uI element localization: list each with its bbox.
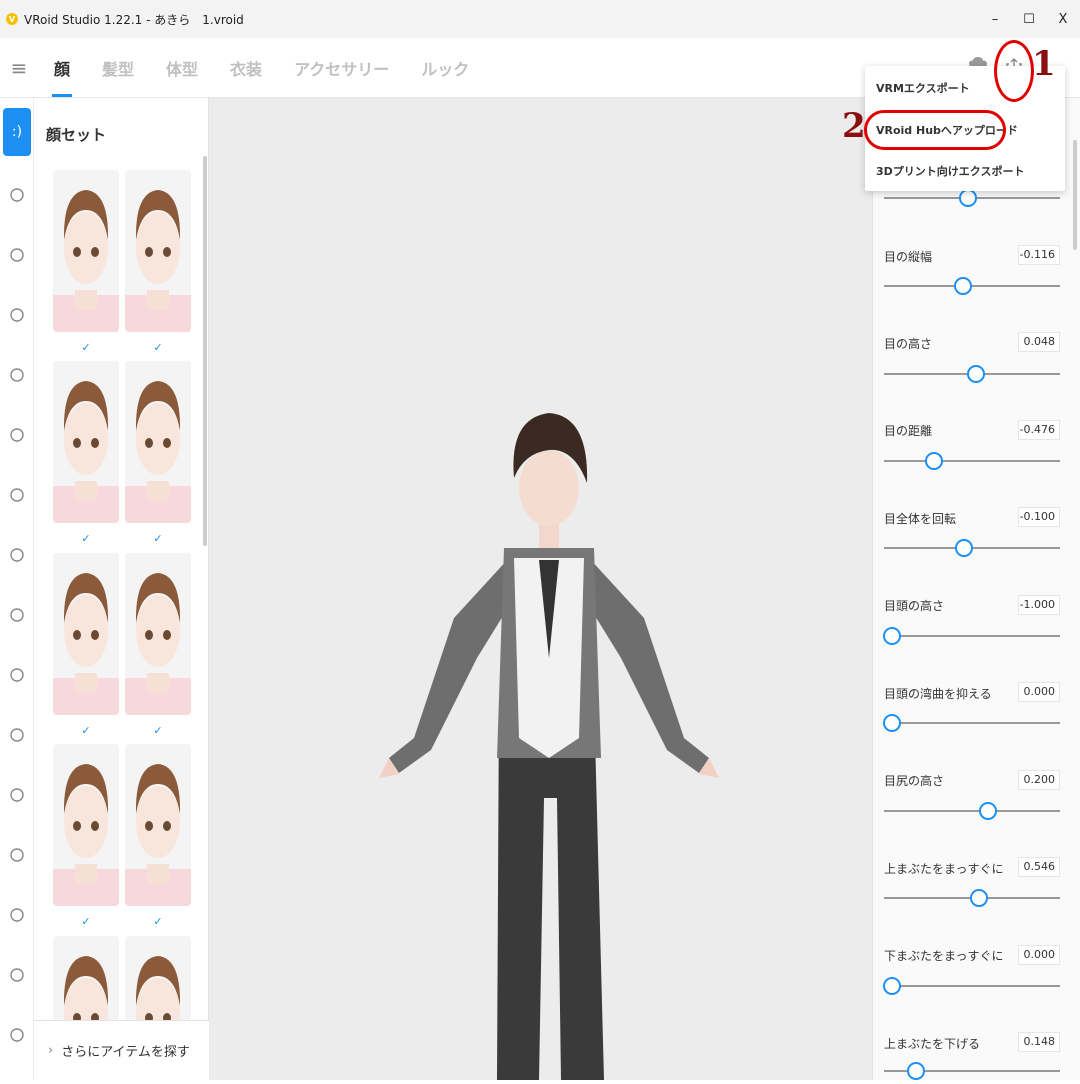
- owned-check-icon: ✓: [81, 724, 91, 737]
- rail-eyeliner-icon[interactable]: [10, 548, 24, 562]
- rail-pen-icon[interactable]: [10, 908, 24, 922]
- slider-label: 上まぶたを下げる: [884, 1037, 981, 1051]
- slider-thumb[interactable]: [883, 977, 901, 995]
- rail-eyelash-icon[interactable]: [10, 608, 24, 622]
- rail-eyelid-icon[interactable]: [10, 488, 24, 502]
- parameters-scrollbar[interactable]: [1073, 140, 1077, 250]
- slider-track[interactable]: [884, 460, 1060, 462]
- slider-label: 目全体を回転: [884, 512, 957, 526]
- rail-nose-icon[interactable]: [10, 668, 24, 682]
- slider-thumb[interactable]: [953, 277, 972, 295]
- menu-icon[interactable]: ≡: [0, 38, 38, 97]
- tab-accessory[interactable]: アクセサリー: [278, 38, 405, 97]
- owned-check-icon: ✓: [153, 341, 163, 354]
- slider-value-input[interactable]: 0.000: [1018, 682, 1060, 702]
- slider-value-input[interactable]: 0.546: [1018, 857, 1060, 877]
- annotation-number-1: 1: [1032, 44, 1056, 84]
- rail-circle-icon[interactable]: [10, 368, 24, 382]
- owned-check-icon: ✓: [81, 915, 91, 928]
- slider-label: 目の高さ: [884, 337, 933, 351]
- slider-track[interactable]: [884, 722, 1060, 724]
- slider-label: 目頭の高さ: [884, 599, 945, 613]
- slider-thumb[interactable]: [906, 1062, 925, 1080]
- slider-track[interactable]: [884, 985, 1060, 987]
- annotation-circle-upload: [864, 110, 1006, 150]
- maximize-button[interactable]: ☐: [1012, 0, 1046, 38]
- rail-iris-icon[interactable]: [10, 308, 24, 322]
- slider-thumb[interactable]: [966, 365, 985, 383]
- owned-check-icon: ✓: [81, 532, 91, 545]
- rail-teeth-icon[interactable]: [10, 848, 24, 862]
- rail-icons: [10, 188, 24, 1042]
- face-preset-thumbnail[interactable]: [53, 170, 119, 332]
- face-preset-thumbnail[interactable]: [53, 361, 119, 523]
- tab-look[interactable]: ルック: [405, 38, 485, 97]
- slider-track[interactable]: [884, 635, 1060, 637]
- face-preset-thumbnail[interactable]: [53, 744, 119, 906]
- owned-check-icon: ✓: [153, 724, 163, 737]
- slider-label: 目尻の高さ: [884, 774, 945, 788]
- title-bar: V VRoid Studio 1.22.1 - あきら 1.vroid – ☐ …: [0, 0, 1080, 38]
- slider-thumb[interactable]: [955, 539, 973, 557]
- tab-face[interactable]: 顔: [38, 38, 86, 97]
- close-button[interactable]: X: [1046, 0, 1080, 38]
- avatar-model: [379, 413, 719, 1080]
- slider-thumb[interactable]: [924, 452, 943, 470]
- slider-value-input[interactable]: -1.000: [1018, 595, 1060, 615]
- face-preset-thumbnail[interactable]: [125, 170, 191, 332]
- slider-value-input[interactable]: -0.100: [1018, 507, 1060, 527]
- face-set-title: 顔セット: [46, 126, 107, 144]
- slider-thumb[interactable]: [959, 189, 977, 207]
- annotation-number-2: 2: [842, 106, 866, 146]
- slider-value-input[interactable]: 0.200: [1018, 770, 1060, 790]
- owned-check-icon: ✓: [153, 915, 163, 928]
- minimize-button[interactable]: –: [978, 0, 1012, 38]
- vroid-app-icon: V: [6, 13, 18, 25]
- slider-label: 上まぶたをまっすぐに: [884, 862, 1004, 876]
- owned-check-icon: ✓: [81, 341, 91, 354]
- rail-mouth-icon[interactable]: [10, 728, 24, 742]
- tab-hairstyle[interactable]: 髪型: [86, 38, 150, 97]
- face-preset-thumbnail[interactable]: [125, 361, 191, 523]
- rail-ear-icon[interactable]: [10, 1028, 24, 1042]
- rail-lips-icon[interactable]: [10, 788, 24, 802]
- find-more-items-label: さらにアイテムを探す: [61, 1045, 190, 1060]
- slider-label: 下まぶたをまっすぐに: [884, 949, 1004, 963]
- slider-thumb[interactable]: [883, 714, 901, 732]
- slider-value-input[interactable]: 0.148: [1018, 1032, 1060, 1052]
- slider-value-input[interactable]: -0.476: [1018, 420, 1060, 440]
- find-more-items-button[interactable]: › さらにアイテムを探す: [34, 1020, 209, 1080]
- slider-label: 目の縦幅: [884, 250, 933, 264]
- slider-track[interactable]: [884, 285, 1060, 287]
- slider-thumb[interactable]: [979, 802, 997, 820]
- slider-value-input[interactable]: -0.116: [1018, 245, 1060, 265]
- slider-value-input[interactable]: 0.000: [1018, 945, 1060, 965]
- chevron-right-icon: ›: [48, 1043, 54, 1058]
- menu-item-3d-print-export[interactable]: 3Dプリント向けエクスポート: [876, 163, 1024, 179]
- slider-thumb[interactable]: [883, 627, 901, 645]
- tab-body[interactable]: 体型: [150, 38, 214, 97]
- rail-eye-icon[interactable]: [10, 188, 24, 202]
- owned-check-icon: ✓: [153, 532, 163, 545]
- tab-outfit[interactable]: 衣装: [214, 38, 278, 97]
- 3d-viewport[interactable]: [209, 98, 872, 1080]
- face-preset-thumbnail[interactable]: [125, 744, 191, 906]
- rail-hexagon-icon[interactable]: [10, 968, 24, 982]
- annotation-circle-export: [994, 40, 1034, 102]
- face-set-scrollbar[interactable]: [203, 156, 207, 546]
- slider-value-input[interactable]: 0.048: [1018, 332, 1060, 352]
- face-preset-thumbnail[interactable]: [53, 553, 119, 715]
- slider-track[interactable]: [884, 810, 1060, 812]
- rail-brow-icon[interactable]: [10, 248, 24, 262]
- face-preset-thumbnail[interactable]: [125, 553, 191, 715]
- window-title: VRoid Studio 1.22.1 - あきら 1.vroid: [24, 12, 244, 27]
- rail-eyebrow-icon[interactable]: [10, 428, 24, 442]
- slider-label: 目の距離: [884, 424, 933, 438]
- menu-item-vrm-export[interactable]: VRMエクスポート: [876, 80, 970, 96]
- slider-label: 目頭の湾曲を抑える: [884, 687, 992, 701]
